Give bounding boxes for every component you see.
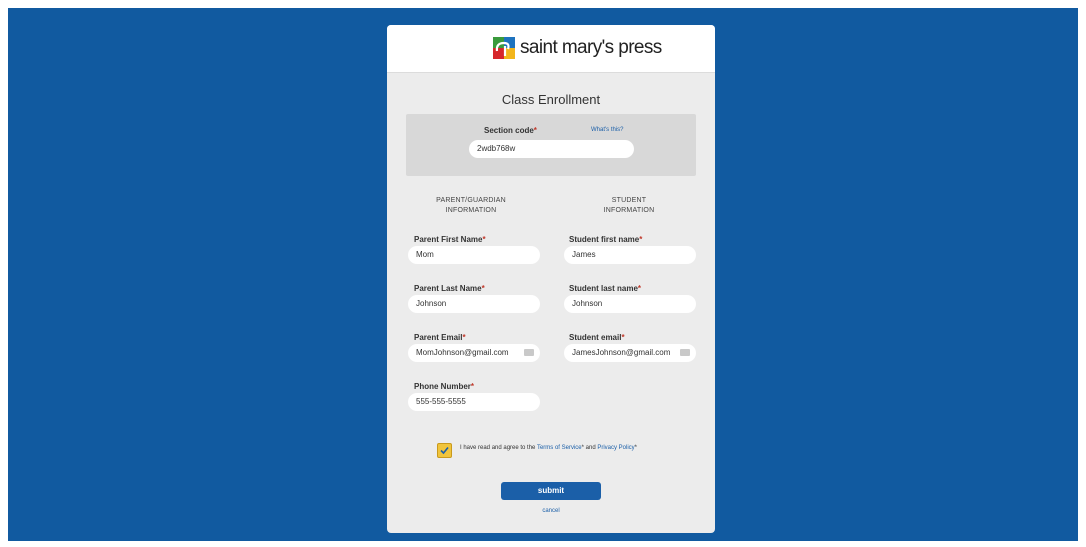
submit-button[interactable]: submit <box>501 482 601 500</box>
parent-email-value: MomJohnson@gmail.com <box>416 348 509 357</box>
cancel-link[interactable]: cancel <box>387 508 715 514</box>
agreement-text: I have read and agree to the Terms of Se… <box>460 445 638 451</box>
section-code-input[interactable]: 2wdb768w <box>469 140 634 158</box>
student-email-value: JamesJohnson@gmail.com <box>572 348 671 357</box>
autofill-icon[interactable] <box>524 349 534 356</box>
parent-info-heading: PARENT/GUARDIAN INFORMATION <box>436 197 506 214</box>
section-code-panel: Section code* What's this? 2wdb768w <box>406 114 696 176</box>
section-code-label: Section code* <box>484 126 537 135</box>
whats-this-link[interactable]: What's this? <box>591 127 624 133</box>
privacy-policy-link[interactable]: Privacy Policy <box>597 445 634 451</box>
parent-last-name-input[interactable]: Johnson <box>408 295 540 313</box>
student-email-label: Student email* <box>569 333 625 342</box>
student-first-name-label: Student first name* <box>569 235 643 244</box>
parent-last-name-label: Parent Last Name* <box>414 284 485 293</box>
logo-wordmark: saint mary's press <box>520 37 662 58</box>
parent-first-name-input[interactable]: Mom <box>408 246 540 264</box>
parent-email-input[interactable]: MomJohnson@gmail.com <box>408 344 540 362</box>
student-info-heading: STUDENT INFORMATION <box>603 197 655 214</box>
student-last-name-label: Student last name* <box>569 284 642 293</box>
phone-number-input[interactable]: 555-555-5555 <box>408 393 540 411</box>
student-email-input[interactable]: JamesJohnson@gmail.com <box>564 344 696 362</box>
required-marker: * <box>533 126 537 135</box>
parent-first-name-label: Parent First Name* <box>414 235 486 244</box>
agree-checkbox[interactable] <box>437 443 452 458</box>
page-background: saint mary's press Class Enrollment Sect… <box>8 8 1078 541</box>
saint-marys-press-logo: saint mary's press <box>493 36 662 60</box>
student-last-name-input[interactable]: Johnson <box>564 295 696 313</box>
page-title: Class Enrollment <box>501 92 601 107</box>
brand-header: saint mary's press <box>387 25 715 73</box>
parent-email-label: Parent Email* <box>414 333 466 342</box>
autofill-icon[interactable] <box>680 349 690 356</box>
terms-of-service-link[interactable]: Terms of Service <box>537 445 582 451</box>
smp-logo-mark-icon <box>493 37 515 59</box>
student-first-name-input[interactable]: James <box>564 246 696 264</box>
enrollment-card: saint mary's press Class Enrollment Sect… <box>387 25 715 533</box>
checkmark-icon <box>440 446 449 455</box>
phone-number-label: Phone Number* <box>414 382 475 391</box>
